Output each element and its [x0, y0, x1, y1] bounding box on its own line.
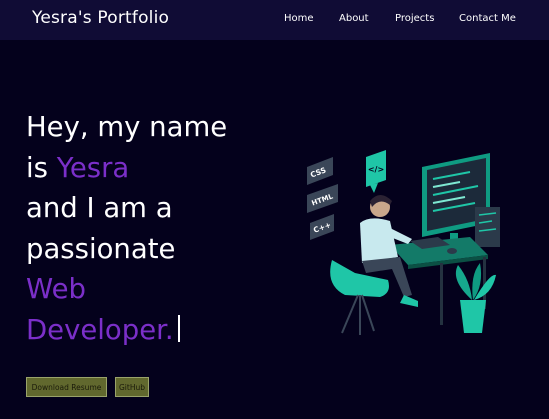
- hero-line-5: Web: [26, 273, 86, 305]
- nav-link-about[interactable]: About: [339, 13, 369, 24]
- github-button[interactable]: GitHub: [115, 377, 149, 397]
- typing-cursor: [177, 314, 180, 342]
- monitor-icon: [422, 153, 500, 247]
- nav-links: Home About Projects Contact Me: [0, 13, 549, 29]
- hero-line-2-prefix: is: [26, 151, 57, 184]
- code-badge-icon: </>: [366, 150, 386, 193]
- hero-heading: Hey, my name is Yesra and I am a passion…: [26, 107, 286, 350]
- developer-illustration: CSS HTML C++ </>: [307, 150, 500, 335]
- cpp-tag-icon: C++: [310, 214, 334, 240]
- hero-line-6: Developer.: [26, 310, 286, 351]
- navbar: Yesra's Portfolio Home About Projects Co…: [0, 0, 549, 40]
- plant-icon: [455, 263, 496, 333]
- hero-name: Yesra: [56, 151, 130, 184]
- nav-link-contact[interactable]: Contact Me: [459, 13, 516, 24]
- hero-line-3: and I am a: [26, 192, 173, 224]
- html-tag-icon: HTML: [307, 184, 338, 213]
- download-resume-button[interactable]: Download Resume: [26, 377, 107, 397]
- chair-icon: [330, 260, 389, 335]
- hero-role: Developer.: [26, 313, 174, 346]
- hero-line-1: Hey, my name: [26, 111, 228, 143]
- hero-line-4: passionate: [26, 232, 176, 265]
- nav-link-home[interactable]: Home: [284, 13, 314, 24]
- nav-link-projects[interactable]: Projects: [395, 13, 434, 24]
- code-badge-label: </>: [368, 165, 384, 174]
- css-tag-icon: CSS: [307, 157, 333, 185]
- hero-line-2: is Yesra: [26, 148, 286, 189]
